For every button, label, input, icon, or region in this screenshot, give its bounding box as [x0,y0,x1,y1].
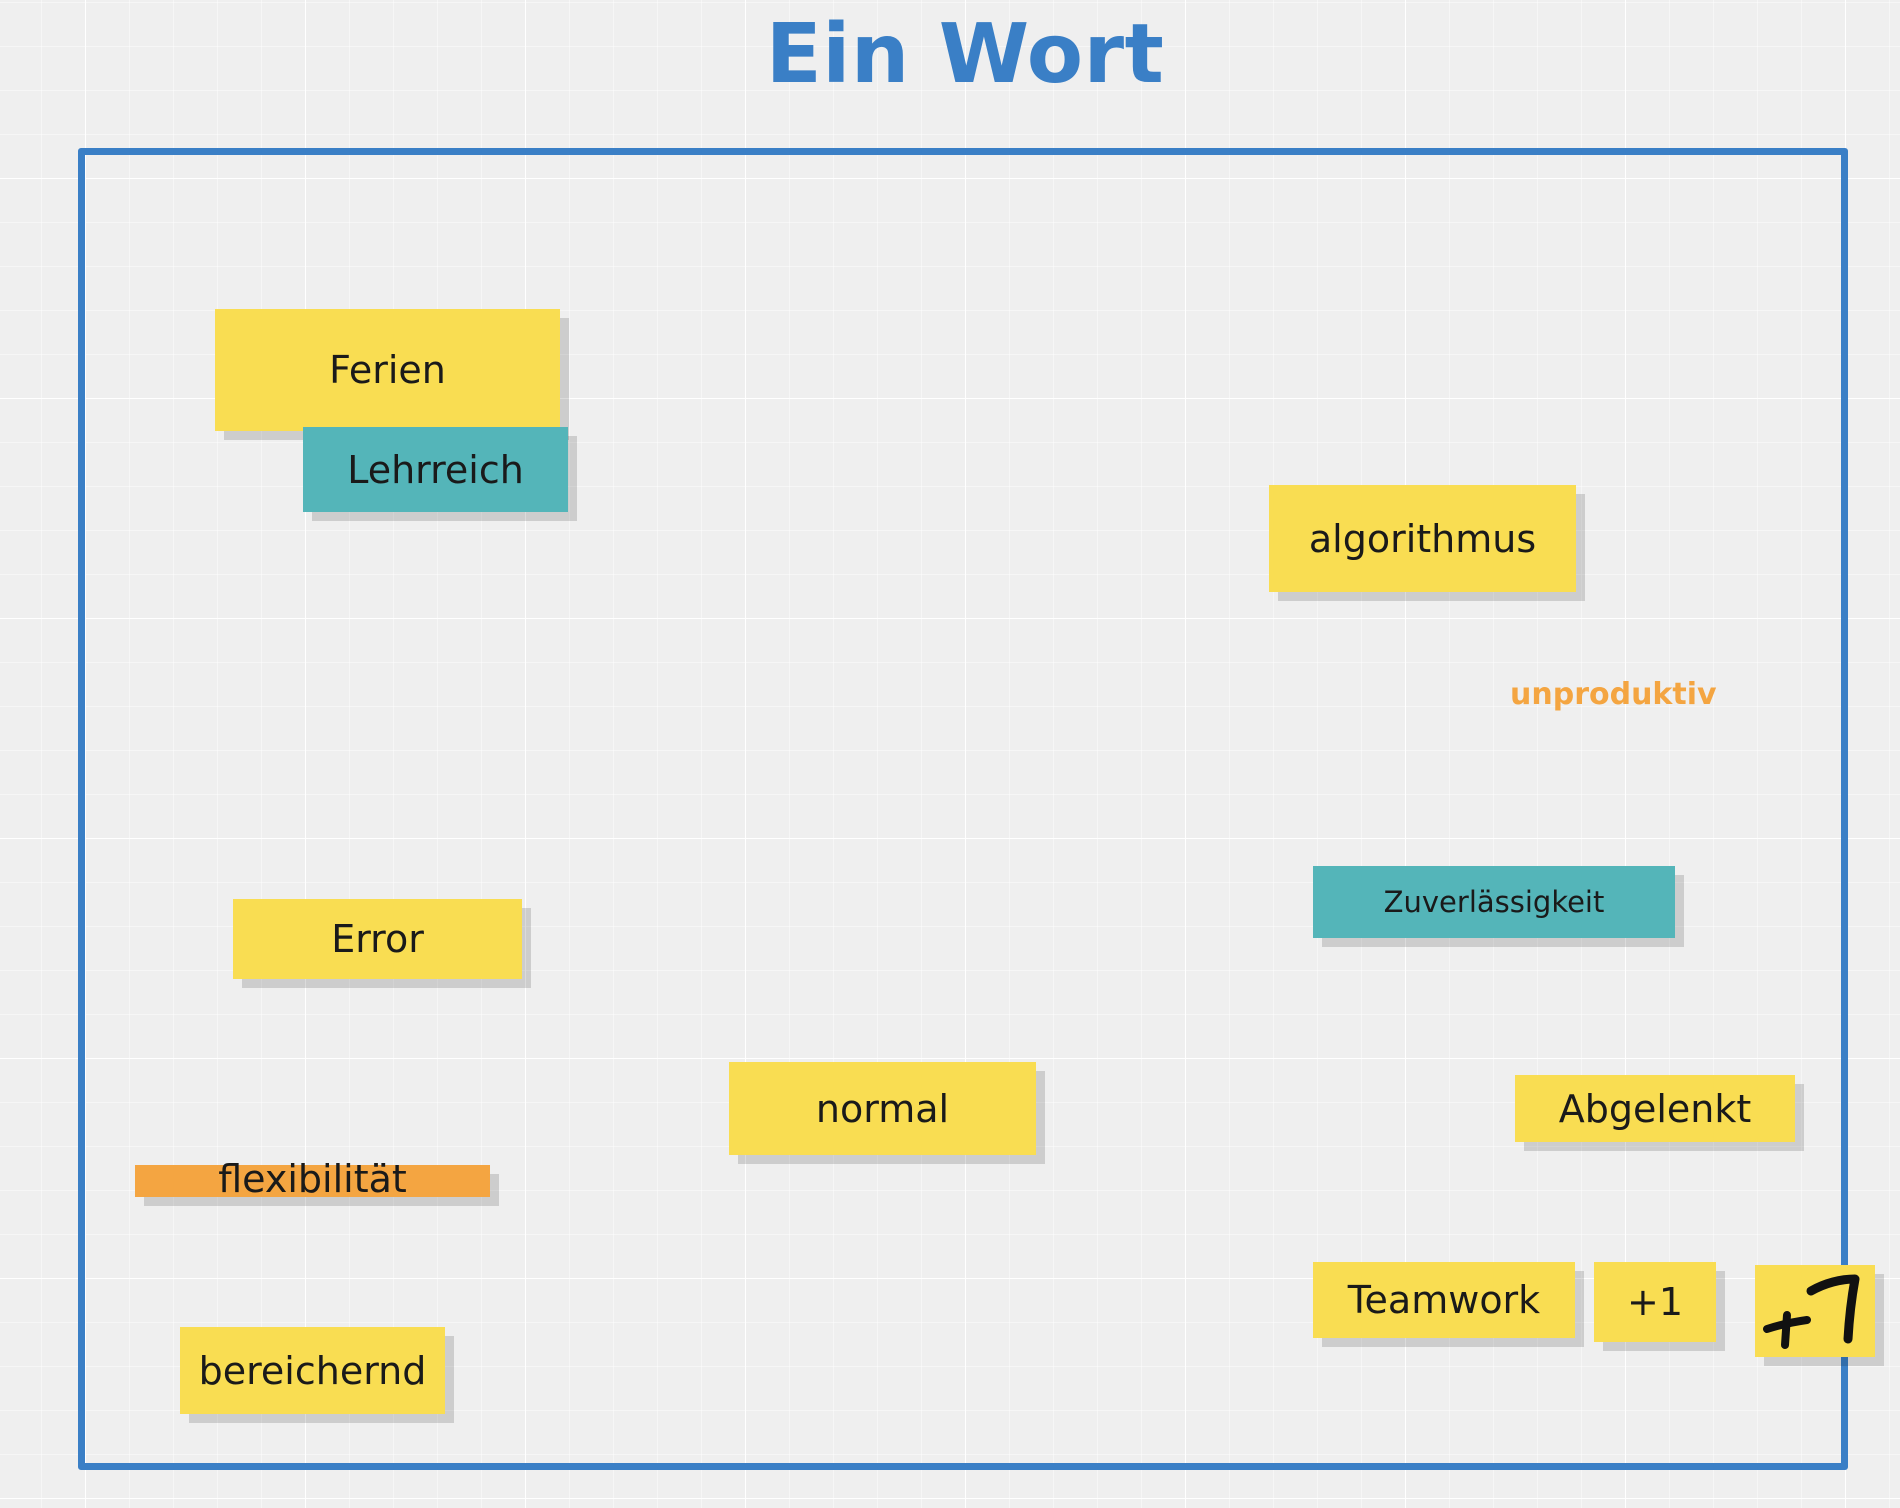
handwritten-plus-one-drawing [1763,1274,1860,1349]
sticky-note-normal[interactable]: normal [729,1062,1036,1155]
sticky-note-text: Abgelenkt [1558,1086,1752,1131]
sticky-note-teamwork[interactable]: Teamwork [1313,1262,1575,1338]
sticky-note-text: Error [331,917,424,961]
sticky-note-text: bereichernd [198,1348,427,1393]
sticky-note-plus-one[interactable]: +1 [1594,1262,1716,1342]
text-unproduktiv[interactable]: unproduktiv [1510,677,1717,712]
sticky-note-text: Lehrreich [347,447,524,492]
sticky-note-abgelenkt[interactable]: Abgelenkt [1515,1075,1795,1142]
sticky-note-text: +1 [1626,1280,1684,1324]
sticky-note-text: algorithmus [1308,516,1537,561]
sticky-note-handwritten-plus-one[interactable] [1755,1265,1875,1357]
ink-stroke-plus-vertical [1781,1311,1791,1349]
sticky-note-bereichernd[interactable]: bereichernd [180,1327,445,1414]
sticky-note-text: flexibilität [218,1157,407,1201]
sticky-note-text: Ferien [329,348,446,392]
sticky-note-error[interactable]: Error [233,899,522,979]
sticky-note-flexibilitaet[interactable]: flexibilität [135,1157,490,1201]
sticky-note-lehrreich[interactable]: Lehrreich [303,427,568,512]
board-title: Ein Wort [765,7,1165,102]
sticky-note-text: Zuverlässigkeit [1383,885,1605,919]
ink-stroke-one [1806,1274,1860,1344]
sticky-note-text: Teamwork [1347,1278,1541,1322]
sticky-note-text: normal [815,1086,950,1131]
sticky-note-ferien[interactable]: Ferien [215,309,560,431]
sticky-note-zuverlaessigkeit[interactable]: Zuverlässigkeit [1313,866,1675,938]
sticky-note-algorithmus[interactable]: algorithmus [1269,485,1576,592]
